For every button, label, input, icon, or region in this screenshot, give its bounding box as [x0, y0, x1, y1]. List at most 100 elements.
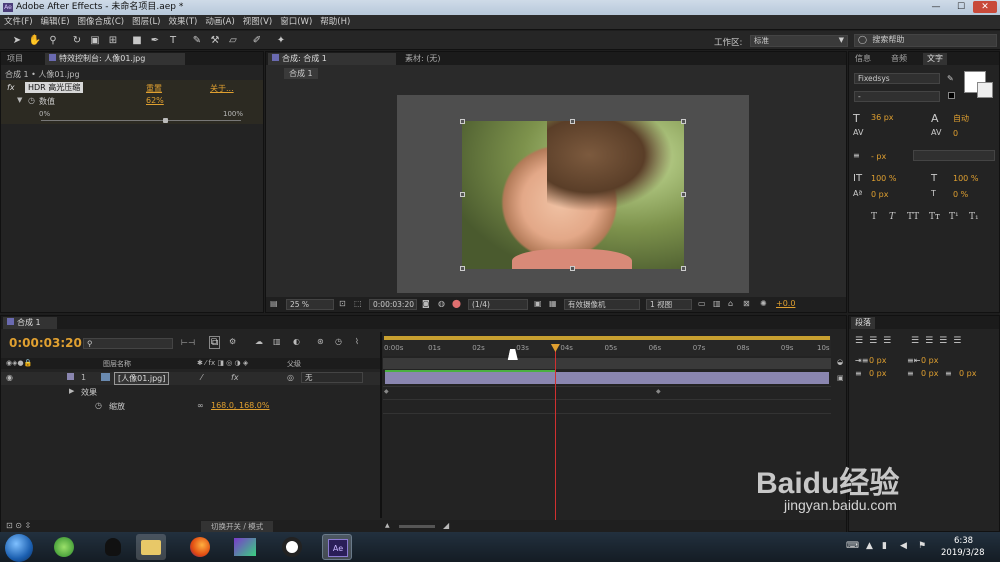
fx-toggle[interactable]: fx — [7, 83, 15, 92]
comp-subtab[interactable]: 合成 1 — [284, 68, 318, 79]
search-help-input[interactable]: ◯ 搜索帮助 — [854, 34, 997, 47]
tab-paragraph[interactable]: 段落 — [851, 317, 875, 329]
menu-help[interactable]: 帮助(H) — [316, 15, 354, 30]
eraser-tool-icon[interactable]: ▱ — [226, 34, 240, 47]
effects-group[interactable]: 效果 — [81, 387, 97, 398]
maximize-button[interactable]: ☐ — [949, 1, 973, 13]
visibility-eye-icon[interactable]: ◉ — [6, 373, 13, 382]
camera-tool-icon[interactable]: ▣ — [88, 34, 102, 47]
effects-expand-icon[interactable]: ▶ — [69, 387, 74, 395]
auto-keyframe-icon[interactable]: ◷ — [335, 337, 342, 346]
parent-pick-whip-icon[interactable]: ◎ — [287, 373, 294, 382]
tracking-value[interactable]: 0 — [953, 129, 958, 138]
minimize-button[interactable]: — — [924, 1, 948, 13]
menu-edit[interactable]: 编辑(E) — [37, 15, 74, 30]
resolution-dropdown[interactable]: (1/4) — [468, 299, 528, 310]
handle-bc[interactable] — [570, 266, 575, 271]
layer-duration-bar[interactable] — [385, 372, 829, 384]
toggle-switches-modes[interactable]: 切换开关 / 模式 — [201, 521, 274, 532]
comp-button-icon[interactable]: ◒ — [837, 358, 843, 366]
tab-character[interactable]: 文字 — [923, 53, 947, 65]
keyframe-nav-right-icon[interactable]: ◆ — [656, 388, 661, 395]
vertical-scale-value[interactable]: 100 % — [871, 174, 896, 183]
tab-composition[interactable]: 合成: 合成 1 — [268, 53, 396, 65]
hand-tool-icon[interactable]: ✋ — [28, 34, 42, 47]
workspace-dropdown[interactable]: 标准 ▼ — [750, 35, 848, 47]
brush-tool-icon[interactable]: ✎ — [190, 34, 204, 47]
start-button-icon[interactable] — [5, 534, 33, 562]
pan-behind-tool-icon[interactable]: ⊞ — [106, 34, 120, 47]
menu-view[interactable]: 视图(V) — [239, 15, 276, 30]
layer-lock-icon[interactable]: ▣ — [837, 374, 844, 382]
indent-left-value[interactable]: 0 px — [869, 356, 886, 365]
clone-stamp-tool-icon[interactable]: ⚒ — [208, 34, 222, 47]
selection-tool-icon[interactable]: ➤ — [10, 34, 24, 47]
menu-layer[interactable]: 图层(L) — [128, 15, 164, 30]
stroke-width-value[interactable]: - px — [871, 152, 886, 161]
live-update-icon[interactable]: ⧉ — [209, 336, 221, 349]
param-value[interactable]: 62% — [146, 96, 164, 105]
menu-file[interactable]: 文件(F) — [0, 15, 37, 30]
draft-3d-icon[interactable]: ⚙ — [229, 337, 236, 346]
layer-label-color[interactable] — [67, 373, 74, 380]
playhead[interactable] — [554, 344, 556, 520]
quality-icon[interactable]: ⁄ — [201, 373, 202, 382]
handle-ml[interactable] — [460, 192, 465, 197]
menu-animation[interactable]: 动画(A) — [201, 15, 238, 30]
frame-blend-icon[interactable]: ▥ — [273, 337, 281, 346]
reset-link[interactable]: 重置 — [146, 83, 162, 94]
roto-brush-tool-icon[interactable]: ✐ — [250, 34, 264, 47]
faux-italic-button[interactable]: T — [889, 212, 895, 222]
views-dropdown[interactable]: 1 视图 — [646, 299, 692, 310]
parent-dropdown[interactable]: 无 — [301, 372, 363, 383]
indent-first-value[interactable]: 0 px — [869, 369, 886, 378]
rectangle-tool-icon[interactable]: ■ — [130, 34, 144, 47]
stroke-color-swatch[interactable] — [977, 82, 993, 98]
grid-icon[interactable]: ⊡ — [339, 299, 346, 308]
align-buttons-row[interactable]: ☰☰☰ — [855, 336, 897, 346]
zoom-tool-icon[interactable]: ⚲ — [46, 34, 60, 47]
expand-arrow-icon[interactable]: ▼ — [17, 96, 22, 104]
exposure-icon[interactable]: ✺ — [760, 299, 767, 308]
graph-editor-icon[interactable]: ⌇ — [355, 337, 359, 346]
text-tool-icon[interactable]: T — [166, 34, 180, 47]
handle-tc[interactable] — [570, 119, 575, 124]
color-channel-icon[interactable]: ⬤ — [452, 299, 461, 308]
justify-buttons-row[interactable]: ☰☰☰☰ — [911, 336, 967, 346]
timeline-timecode[interactable]: 0:00:03:20 — [9, 336, 82, 350]
exposure-value[interactable]: +0.0 — [776, 299, 795, 308]
zoom-in-icon[interactable]: ◢ — [443, 521, 449, 530]
tray-volume-icon[interactable]: ◀ — [900, 541, 907, 551]
firefox-icon[interactable] — [190, 537, 210, 557]
param-slider-knob[interactable] — [163, 118, 168, 123]
tray-network-icon[interactable]: ▮ — [882, 541, 887, 551]
tsume-value[interactable]: 0 % — [953, 190, 968, 199]
horizontal-scale-value[interactable]: 100 % — [953, 174, 978, 183]
record-icon[interactable] — [282, 537, 302, 557]
clock-time[interactable]: 6:38 — [954, 536, 973, 546]
scale-value[interactable]: 168.0, 168.0% — [211, 401, 270, 410]
menu-composition[interactable]: 图像合成(C) — [74, 15, 129, 30]
file-explorer-button[interactable] — [136, 534, 166, 560]
portrait-image[interactable] — [462, 121, 684, 269]
space-before-value[interactable]: 0 px — [921, 369, 938, 378]
about-link[interactable]: 关于... — [210, 83, 234, 94]
puppet-pin-tool-icon[interactable]: ✦ — [274, 34, 288, 47]
leading-value[interactable]: 自动 — [953, 113, 969, 124]
timeline-icon[interactable]: ⌂ — [728, 299, 733, 308]
camera-dropdown[interactable]: 有效摄像机 — [564, 299, 640, 310]
timecode-field[interactable]: 0:00:03:20 — [369, 299, 417, 310]
tray-expand-icon[interactable]: ▲ — [866, 541, 873, 551]
space-after-value[interactable]: 0 px — [959, 369, 976, 378]
fast-preview-icon[interactable]: ▥ — [713, 299, 721, 308]
layer-name[interactable]: [人像01.jpg] — [114, 372, 170, 385]
handle-br[interactable] — [681, 266, 686, 271]
shy-icon[interactable]: ☁ — [255, 337, 263, 346]
toggle-pixel-icon[interactable]: ▭ — [698, 299, 706, 308]
footer-toggle-icons[interactable]: ⊡ ⊙ ⇳ — [6, 521, 31, 530]
clock-date[interactable]: 2019/3/28 — [941, 548, 985, 558]
constrain-link-icon[interactable]: ∞ — [197, 401, 204, 410]
font-size-value[interactable]: 36 px — [871, 113, 894, 122]
effect-switch-icon[interactable]: fx — [231, 373, 239, 382]
black-swatch[interactable] — [948, 92, 955, 99]
